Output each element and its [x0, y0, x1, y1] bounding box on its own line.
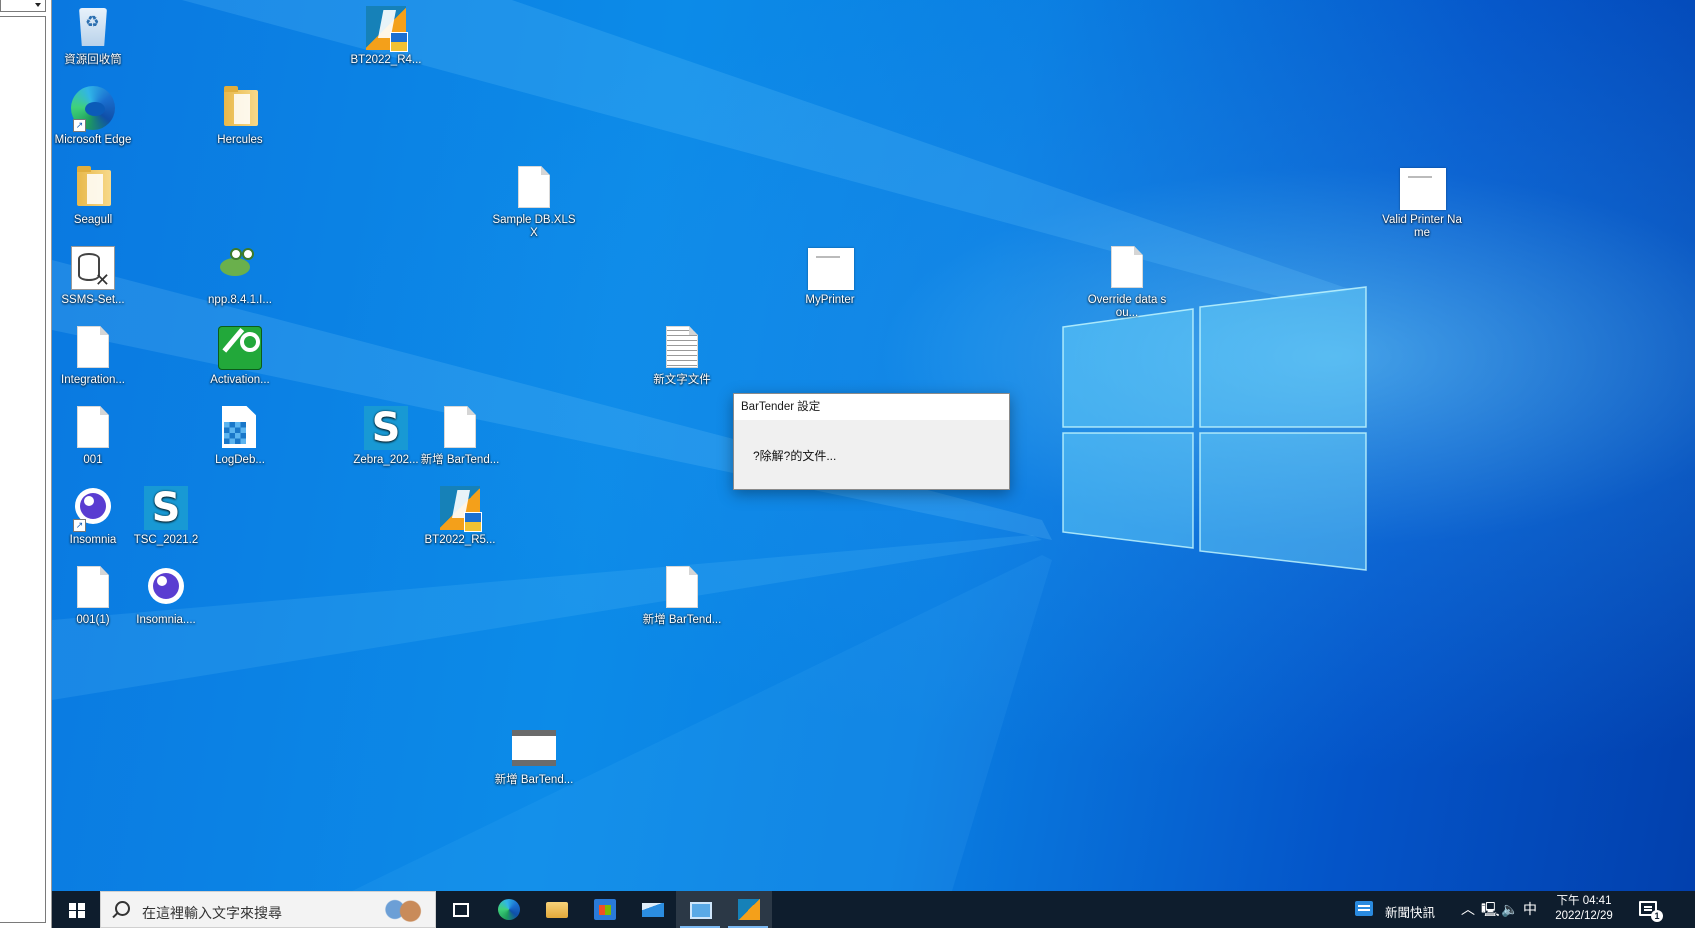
- desktop-icon-npp[interactable]: npp.8.4.1.I...: [198, 244, 282, 307]
- news-icon[interactable]: [1355, 901, 1373, 916]
- seagull-driver-icon: S: [144, 486, 188, 530]
- taskbar: 在這裡輸入文字來搜尋 新聞快訊 ︿ 🖳 🔈 中 下午 04:41 2022/12…: [52, 891, 1695, 928]
- bartender-installer-icon: [440, 486, 482, 532]
- remote-desktop-icon: [690, 902, 712, 919]
- bartender-settings-dialog[interactable]: BarTender 設定 ?除解?的文件...: [733, 393, 1010, 490]
- taskbar-edge-button[interactable]: [484, 891, 532, 928]
- edge-icon: [498, 899, 520, 920]
- insomnia-icon: [148, 568, 184, 604]
- task-view-icon: [453, 903, 469, 917]
- taskbar-bartender-button[interactable]: [724, 891, 772, 928]
- bartender-installer-icon: [366, 6, 408, 52]
- activation-key-icon: [218, 326, 262, 370]
- system-tray: 新聞快訊 ︿ 🖳 🔈 中 下午 04:41 2022/12/29 1: [1355, 891, 1695, 928]
- seagull-driver-icon: S: [364, 406, 408, 450]
- clock-date: 2022/12/29: [1555, 910, 1613, 922]
- windows-logo-icon: [69, 903, 85, 918]
- document-thumbnail-icon: [808, 248, 854, 290]
- desktop-icon-bt2022-r5[interactable]: BT2022_R5...: [418, 484, 502, 547]
- text-file-icon: [666, 326, 698, 368]
- notification-badge: 1: [1651, 910, 1663, 922]
- start-button[interactable]: [52, 891, 100, 928]
- document-icon: [1111, 246, 1143, 288]
- file-explorer-icon: [546, 902, 568, 918]
- desktop-icon-ssms-setup[interactable]: SSMS-Set...: [52, 244, 135, 307]
- desktop-icon-activation[interactable]: Activation...: [198, 324, 282, 387]
- store-icon: [594, 899, 616, 920]
- desktop-icon-bt2022-r4[interactable]: BT2022_R4...: [344, 4, 428, 67]
- desktop-icon-valid-printer-name[interactable]: Valid Printer Name: [1380, 164, 1464, 240]
- dialog-title[interactable]: BarTender 設定: [734, 394, 1009, 420]
- shortcut-arrow-icon: ↗: [73, 519, 86, 532]
- shortcut-arrow-icon: ↗: [73, 119, 86, 132]
- desktop-icon-zebra[interactable]: S Zebra_202...: [344, 404, 428, 467]
- document-icon: [666, 566, 698, 608]
- recycle-bin-icon: [79, 8, 107, 46]
- desktop-icon-sample-db[interactable]: Sample DB.XLSX: [492, 164, 576, 240]
- taskbar-mail-button[interactable]: [628, 891, 676, 928]
- ssms-setup-icon: [71, 246, 115, 290]
- document-icon: [77, 326, 109, 368]
- search-icon: [115, 901, 130, 916]
- desktop-icon-insomnia[interactable]: ↗ Insomnia: [52, 484, 135, 547]
- desktop-icon-myprinter[interactable]: MyPrinter: [788, 244, 872, 307]
- host-window-edge: [0, 0, 52, 928]
- dropdown[interactable]: [0, 0, 46, 12]
- mail-icon: [642, 903, 664, 917]
- search-placeholder: 在這裡輸入文字來搜尋: [142, 905, 282, 921]
- desktop-icon-tsc[interactable]: S TSC_2021.2: [124, 484, 208, 547]
- bartender-icon: [738, 899, 760, 920]
- search-highlight-image: [367, 893, 429, 926]
- desktop-icon-bartender-doc-1[interactable]: 新增 BarTend...: [418, 404, 502, 467]
- desktop-icon-microsoft-edge[interactable]: ↗ Microsoft Edge: [52, 84, 135, 147]
- task-view-button[interactable]: [436, 891, 484, 928]
- document-thumbnail-icon: [1400, 168, 1446, 210]
- taskbar-search-box[interactable]: 在這裡輸入文字來搜尋: [100, 891, 436, 928]
- desktop-icon-001[interactable]: 001: [52, 404, 135, 467]
- desktop-icon-override-data-source[interactable]: Override data sou...: [1085, 244, 1169, 320]
- desktop-icon-bartender-doc-3[interactable]: 新增 BarTend...: [492, 724, 576, 787]
- log-debug-icon: [222, 406, 256, 448]
- notepad-plus-plus-icon: [218, 246, 262, 290]
- desktop-icon-insomnia-2[interactable]: Insomnia....: [124, 564, 208, 627]
- document-icon: [444, 406, 476, 448]
- desktop-icon-hercules[interactable]: Hercules: [198, 84, 282, 147]
- desktop-icon-new-text-file[interactable]: 新文字文件: [640, 324, 724, 387]
- desktop-icon-integration[interactable]: Integration...: [52, 324, 135, 387]
- desktop-icon-seagull[interactable]: Seagull: [52, 164, 135, 227]
- dialog-message: ?除解?的文件...: [753, 449, 837, 463]
- folder-icon: [77, 166, 111, 206]
- document-icon: [77, 406, 109, 448]
- chevron-up-icon[interactable]: ︿: [1461, 901, 1475, 917]
- desktop-icon-recycle-bin[interactable]: 資源回收筒: [52, 4, 135, 67]
- clock[interactable]: 下午 04:41 2022/12/29: [1549, 894, 1619, 924]
- ime-indicator[interactable]: 中: [1523, 901, 1537, 917]
- side-pane: [0, 16, 46, 923]
- desktop-icon-bartender-doc-2[interactable]: 新增 BarTend...: [640, 564, 724, 627]
- desktop-icon-001-1[interactable]: 001(1): [52, 564, 135, 627]
- window-thumbnail-icon: [512, 730, 556, 766]
- network-icon[interactable]: 🖳: [1481, 901, 1500, 917]
- desktop-icon-logdeb[interactable]: LogDeb...: [198, 404, 282, 467]
- folder-icon: [224, 86, 258, 126]
- document-icon: [77, 566, 109, 608]
- taskbar-file-explorer-button[interactable]: [532, 891, 580, 928]
- volume-icon[interactable]: 🔈: [1501, 901, 1518, 917]
- clock-time: 下午 04:41: [1556, 895, 1612, 907]
- taskbar-store-button[interactable]: [580, 891, 628, 928]
- document-icon: [518, 166, 550, 208]
- taskbar-remote-desktop-button[interactable]: [676, 891, 724, 928]
- news-label[interactable]: 新聞快訊: [1385, 902, 1435, 921]
